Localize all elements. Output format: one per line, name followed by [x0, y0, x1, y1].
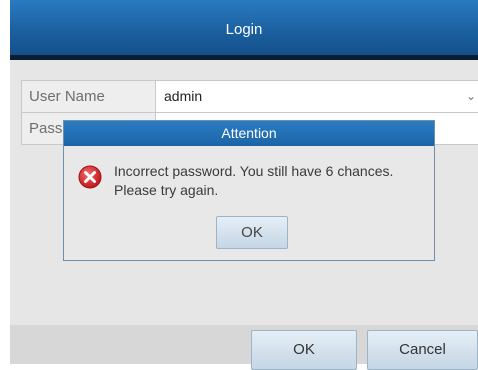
- error-icon: [78, 165, 102, 189]
- dialog-title: Attention: [221, 125, 277, 141]
- username-label: User Name: [21, 81, 156, 112]
- ok-button[interactable]: OK: [251, 330, 357, 370]
- cancel-button[interactable]: Cancel: [367, 330, 478, 370]
- chevron-down-icon[interactable]: ⌄: [466, 81, 476, 112]
- title-divider: [10, 55, 478, 60]
- dialog-message: Incorrect password. You still have 6 cha…: [114, 163, 394, 198]
- username-row: User Name admin ⌄: [21, 81, 478, 113]
- dialog-title-bar: Attention: [64, 121, 434, 146]
- username-value: admin: [164, 88, 203, 104]
- username-select[interactable]: admin ⌄: [164, 81, 478, 112]
- attention-dialog: Attention Incorrect password. You still …: [63, 120, 435, 261]
- title-bar: Login: [10, 0, 478, 59]
- window-title: Login: [225, 21, 263, 38]
- dialog-ok-button[interactable]: OK: [216, 216, 288, 249]
